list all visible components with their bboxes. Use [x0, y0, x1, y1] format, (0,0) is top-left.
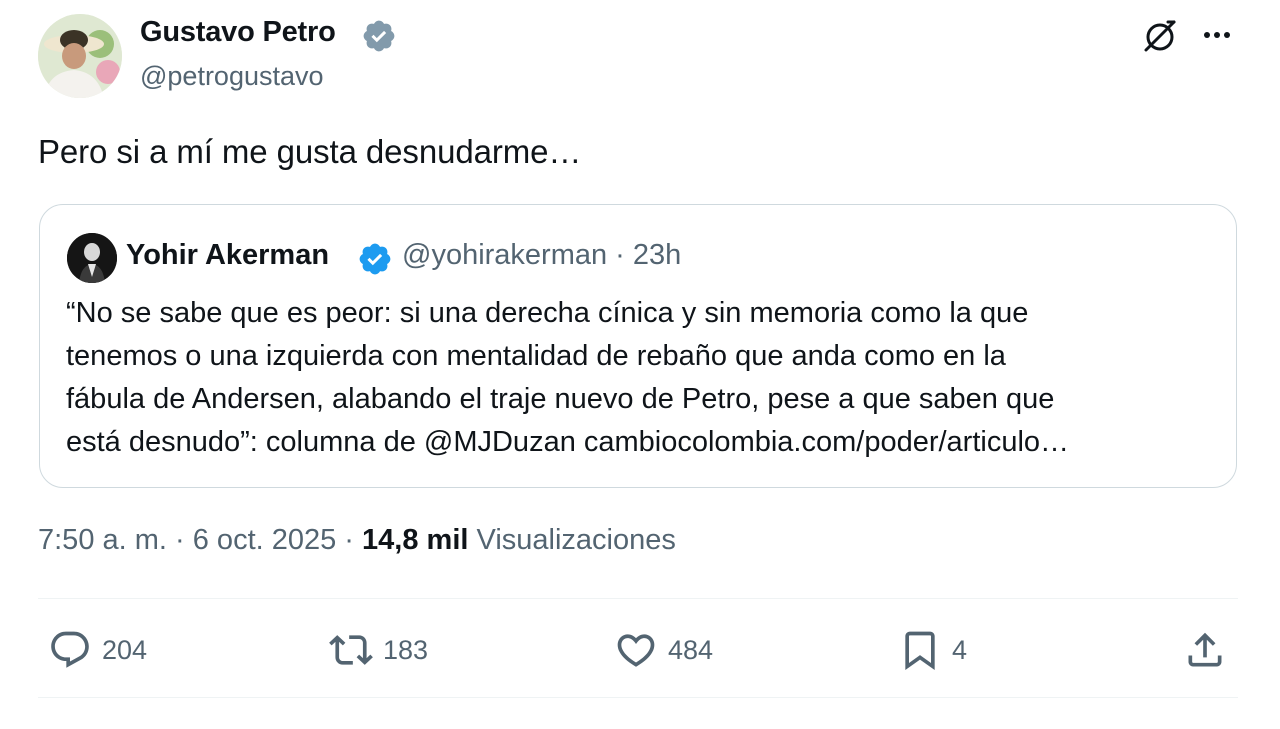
quoted-text-line: tenemos o una izquierda con mentalidad d…: [66, 340, 1006, 372]
reply-count: 204: [102, 634, 148, 665]
verified-badge-icon: [363, 20, 395, 52]
author-handle[interactable]: @petrogustavo: [140, 61, 324, 92]
grok-icon[interactable]: [1140, 16, 1180, 56]
verified-badge-icon: [359, 243, 391, 275]
divider: [38, 697, 1238, 698]
author-name[interactable]: Gustavo Petro: [140, 16, 336, 49]
tweet-time[interactable]: 7:50 a. m.: [38, 524, 167, 556]
views-label: Visualizaciones: [476, 524, 676, 556]
quoted-tweet-card[interactable]: Yohir Akerman @yohirakerman · 23h “No se…: [39, 204, 1237, 488]
quoted-text-line: “No se sabe que es peor: si una derecha …: [66, 297, 1029, 329]
heart-icon: [617, 634, 655, 667]
separator: ·: [607, 239, 633, 271]
quoted-author-avatar[interactable]: [67, 233, 117, 283]
retweet-button[interactable]: 183: [329, 628, 428, 672]
reply-button[interactable]: 204: [48, 628, 147, 672]
quoted-tweet-time[interactable]: 23h: [633, 239, 681, 271]
bookmark-count: 4: [952, 634, 968, 665]
share-icon: [1188, 632, 1222, 667]
quoted-author-name[interactable]: Yohir Akerman: [126, 239, 329, 272]
like-button[interactable]: 484: [614, 628, 713, 672]
quoted-tweet-meta: @yohirakerman · 23h: [402, 239, 681, 272]
reply-icon: [51, 631, 89, 668]
tweet-meta: 7:50 a. m. · 6 oct. 2025 · 14,8 mil Visu…: [38, 524, 676, 557]
retweet-icon: [329, 635, 373, 665]
separator: ·: [336, 524, 363, 556]
divider: [38, 598, 1238, 599]
bookmark-button[interactable]: 4: [898, 628, 967, 672]
share-button[interactable]: [1183, 628, 1227, 672]
separator: ·: [166, 524, 193, 556]
tweet-date[interactable]: 6 oct. 2025: [193, 524, 337, 556]
more-icon[interactable]: [1198, 18, 1236, 52]
quoted-text-line: está desnudo”: columna de @MJDuzan cambi…: [66, 426, 1070, 458]
quoted-tweet-text: “No se sabe que es peor: si una derecha …: [66, 292, 1226, 464]
retweet-count: 183: [383, 634, 429, 665]
author-avatar[interactable]: [38, 14, 122, 98]
like-count: 484: [668, 634, 714, 665]
tweet: Gustavo Petro @petrogustavo Pero si a mí…: [0, 0, 1280, 729]
bookmark-icon: [905, 631, 935, 671]
quoted-author-handle[interactable]: @yohirakerman: [402, 239, 607, 271]
quoted-text-line: fábula de Andersen, alabando el traje nu…: [66, 383, 1055, 415]
views-count: 14,8 mil: [362, 524, 469, 556]
tweet-text: Pero si a mí me gusta desnudarme…: [38, 133, 582, 170]
